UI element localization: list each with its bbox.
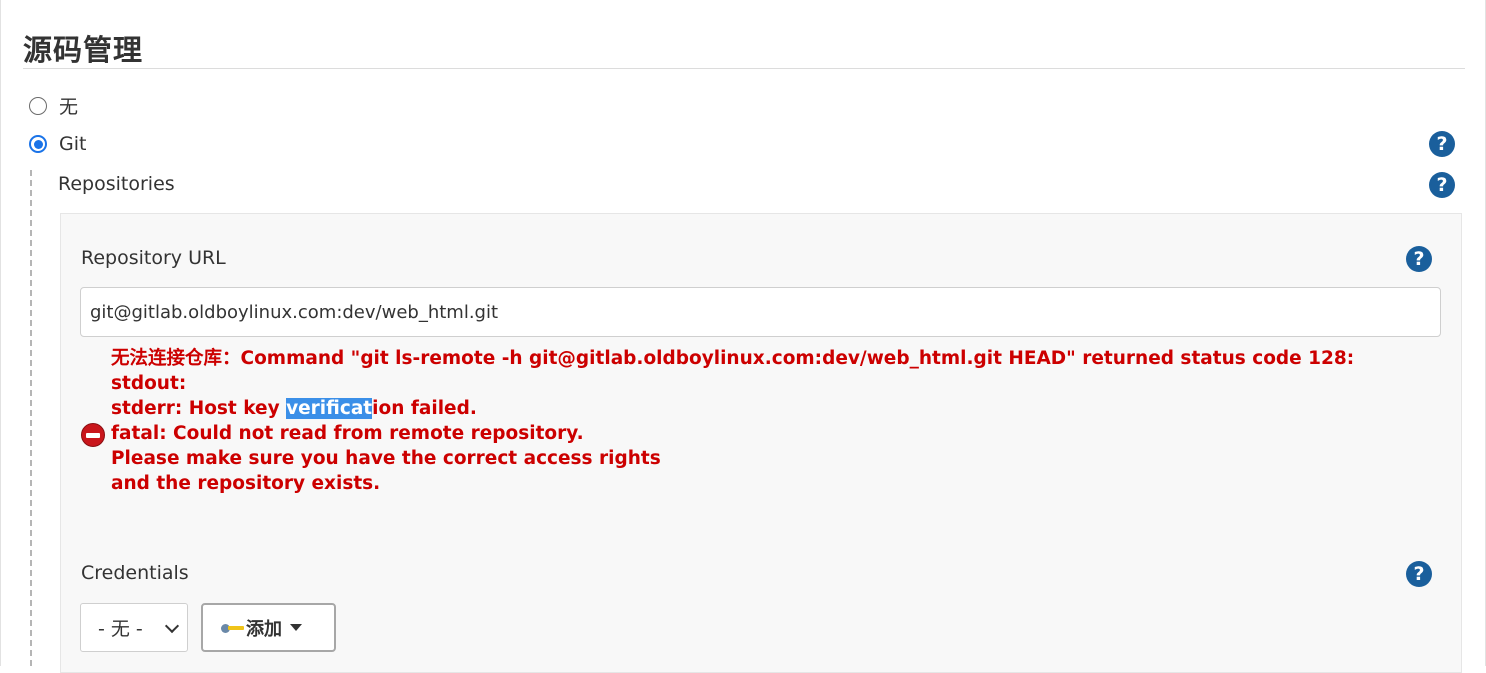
question-circle-icon[interactable]: ?	[1429, 131, 1455, 157]
add-credentials-label: 添加	[246, 618, 282, 640]
repositories-label: Repositories	[58, 173, 175, 195]
section-divider	[23, 68, 1465, 69]
credentials-selected-value: - 无 -	[98, 618, 143, 640]
scm-option-none-label: 无	[59, 96, 79, 118]
question-circle-icon[interactable]: ?	[1429, 172, 1455, 198]
error-line-3-end: ion failed.	[372, 398, 477, 419]
chevron-down-icon	[164, 618, 180, 634]
key-icon	[221, 622, 245, 634]
error-line-7: and the repository exists.	[111, 473, 381, 494]
add-credentials-button[interactable]: 添加	[201, 603, 336, 652]
radio-none[interactable]	[29, 96, 47, 115]
caret-down-icon	[290, 624, 302, 631]
git-config-rail	[30, 170, 32, 666]
credentials-select[interactable]: - 无 -	[80, 603, 188, 652]
scm-option-git-label: Git	[59, 133, 87, 155]
scm-option-none[interactable]: 无	[29, 92, 78, 119]
credentials-label: Credentials	[81, 562, 189, 584]
scm-option-git[interactable]: Git	[29, 133, 86, 155]
error-line-4: fatal: Could not read from remote reposi…	[111, 423, 584, 444]
repository-url-input[interactable]	[80, 287, 1441, 337]
repository-url-label: Repository URL	[81, 247, 226, 269]
section-title: 源码管理	[23, 33, 144, 67]
question-circle-icon[interactable]: ?	[1406, 561, 1432, 587]
page-frame: 源码管理 无 Git ? Repositories ? Repository U…	[0, 0, 1486, 673]
question-circle-icon[interactable]: ?	[1406, 246, 1432, 272]
error-line-1: 无法连接仓库：Command "git ls-remote -h git@git…	[111, 348, 1355, 369]
error-line-3-start: stderr: Host key	[111, 398, 287, 419]
error-stop-icon	[81, 423, 105, 447]
error-line-6: Please make sure you have the correct ac…	[111, 448, 661, 469]
error-line-2: stdout:	[111, 373, 187, 394]
radio-git[interactable]	[29, 135, 47, 153]
error-line-3: stderr: Host key verification failed.	[111, 396, 1451, 421]
selected-text: verificat	[286, 398, 373, 419]
repository-error-message: 无法连接仓库：Command "git ls-remote -h git@git…	[111, 346, 1451, 496]
